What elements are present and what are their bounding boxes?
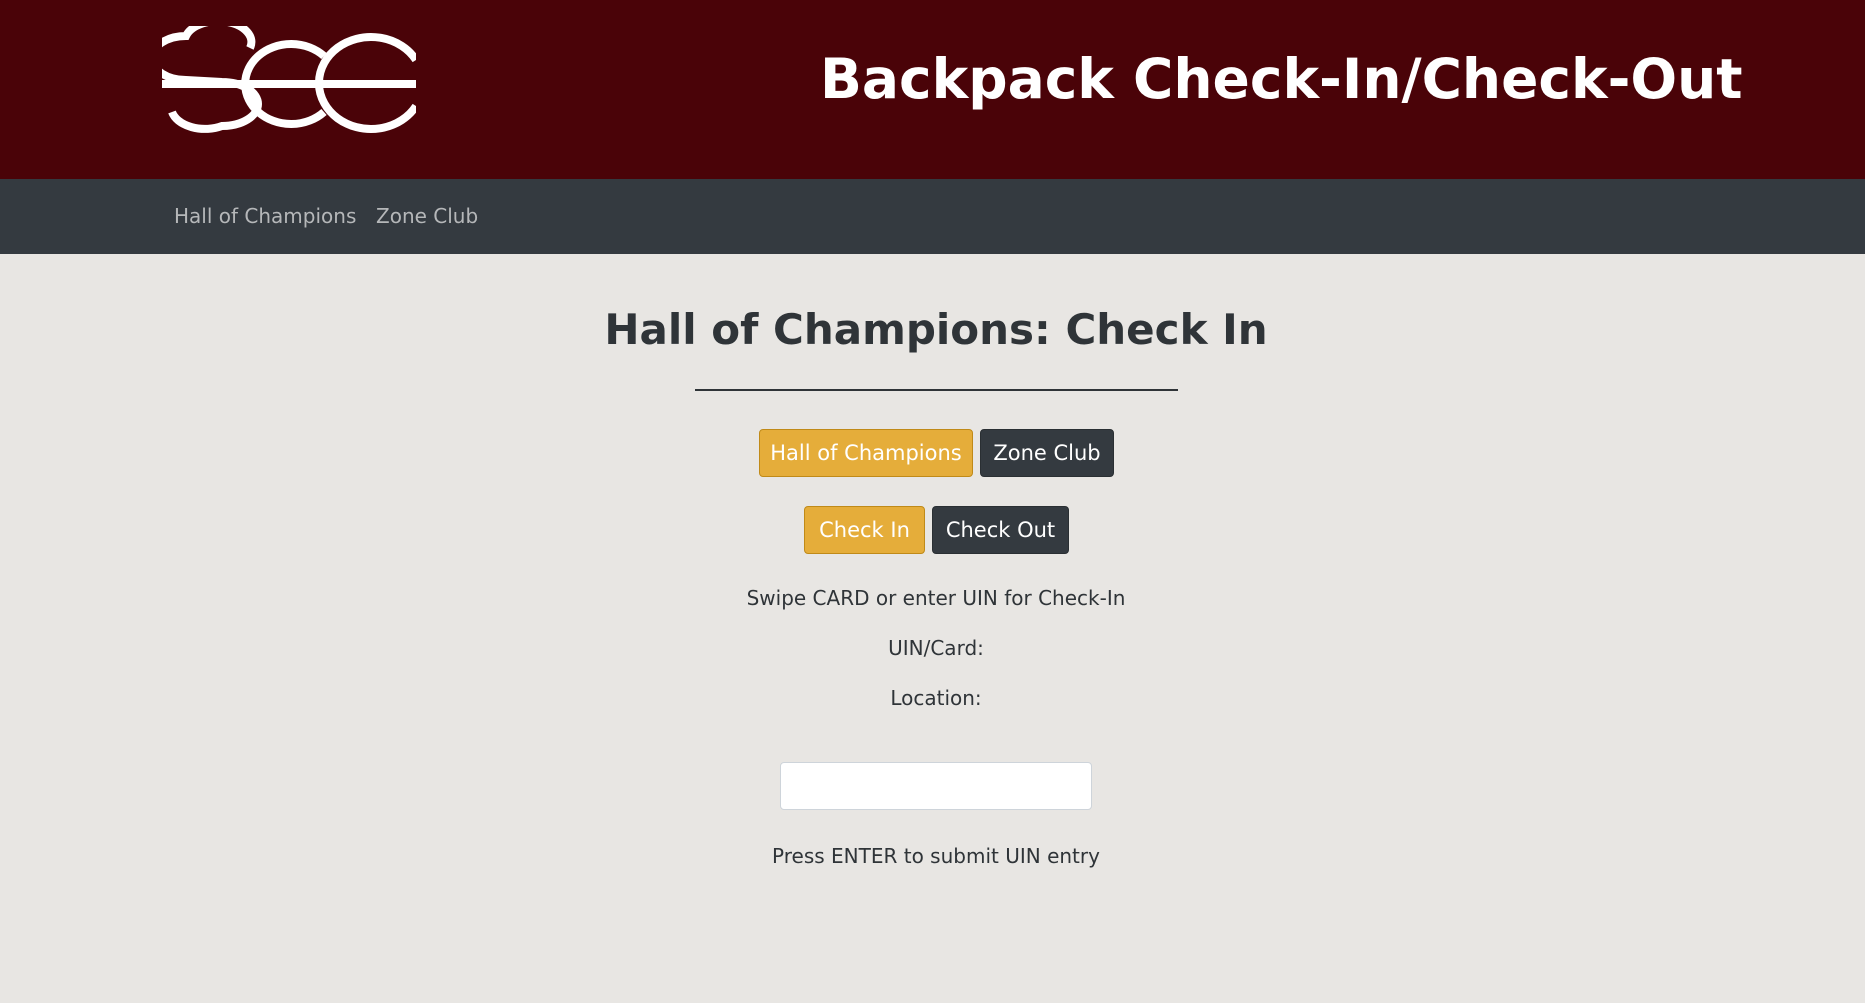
check-in-button[interactable]: Check In (804, 506, 925, 554)
location-button-hall-of-champions[interactable]: Hall of Champions (759, 429, 973, 477)
app-header: Backpack Check-In/Check-Out (0, 0, 1865, 179)
app-title: Backpack Check-In/Check-Out (820, 47, 1743, 111)
nav-link-hall-of-champions[interactable]: Hall of Champions (174, 179, 356, 254)
location-button-zone-club[interactable]: Zone Club (980, 429, 1114, 477)
top-navbar: Hall of Champions Zone Club (0, 179, 1865, 254)
uin-input[interactable] (780, 762, 1092, 810)
page-title: Hall of Champions: Check In (604, 305, 1268, 354)
uin-card-label: UIN/Card: (888, 636, 984, 660)
nav-link-zone-club[interactable]: Zone Club (376, 179, 478, 254)
sec-logo (162, 26, 416, 133)
title-divider (695, 389, 1178, 391)
check-out-button[interactable]: Check Out (932, 506, 1069, 554)
submit-hint: Press ENTER to submit UIN entry (772, 844, 1100, 868)
location-label: Location: (890, 686, 982, 710)
swipe-instruction: Swipe CARD or enter UIN for Check-In (746, 586, 1126, 610)
